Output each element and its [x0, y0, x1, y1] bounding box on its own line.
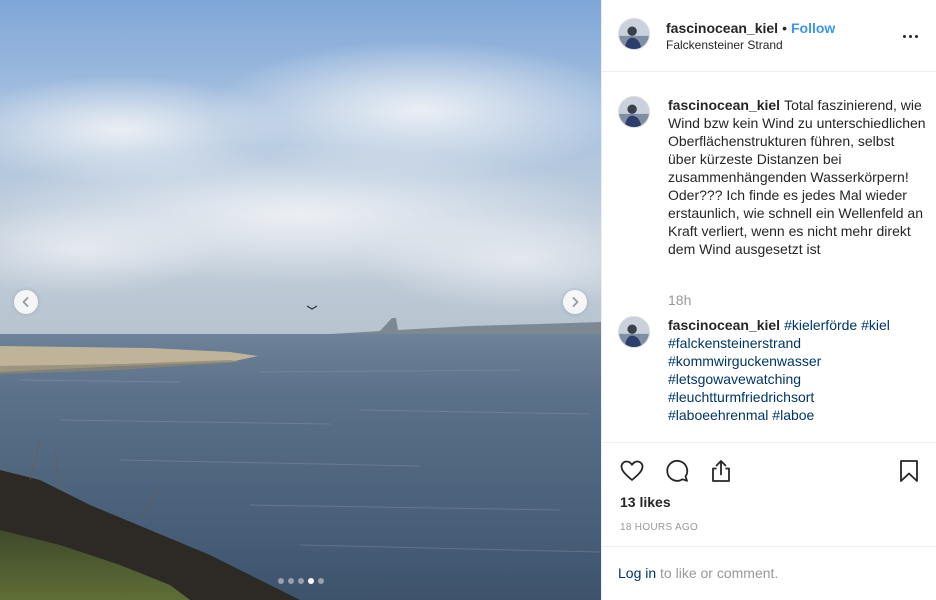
hashtag-link[interactable]: #laboe — [772, 407, 814, 423]
avatar[interactable] — [618, 18, 650, 50]
follow-button[interactable]: Follow — [791, 20, 835, 36]
chevron-right-icon — [572, 297, 579, 307]
login-prompt: Log in to like or comment. — [602, 546, 936, 600]
more-options-icon[interactable] — [900, 26, 920, 46]
photo-coastal-sea — [0, 0, 601, 600]
like-button[interactable] — [619, 458, 645, 484]
avatar[interactable] — [618, 316, 650, 348]
hashtag-link[interactable]: #kommwirguckenwasser — [668, 353, 821, 369]
comment-icon — [666, 460, 689, 482]
hashtag-link[interactable]: #kiel — [861, 317, 890, 333]
carousel-dot — [318, 578, 324, 584]
save-button[interactable] — [896, 458, 922, 484]
login-link[interactable]: Log in — [618, 565, 656, 581]
hashtag-link[interactable]: #laboeehrenmal — [668, 407, 768, 423]
caption-text: fascinocean_kiel Total faszinierend, wie … — [668, 96, 926, 258]
heart-icon — [620, 460, 644, 481]
carousel-indicator — [278, 578, 324, 584]
avatar[interactable] — [618, 96, 650, 128]
previous-slide-button[interactable] — [14, 290, 38, 314]
share-button[interactable] — [708, 458, 734, 484]
post-header: fascinocean_kiel • Follow Falckensteiner S… — [602, 0, 936, 72]
action-bar: 13 likes 18 HOURS AGO — [602, 442, 936, 546]
hashtag-link[interactable]: #kielerförde — [784, 317, 857, 333]
location-link[interactable]: Falckensteiner Strand — [666, 38, 783, 53]
post-age: 18 HOURS AGO — [620, 522, 699, 533]
share-icon — [712, 460, 730, 482]
caption-body: Total faszinierend, wie Wind bzw kein Wi… — [668, 97, 926, 257]
hashtag-link[interactable]: #letsgowavewatching — [668, 371, 801, 387]
avatar-image — [619, 19, 649, 49]
username-link[interactable]: fascinocean_kiel — [668, 317, 780, 333]
carousel-dot — [278, 578, 284, 584]
post-view: fascinocean_kiel • Follow Falckensteiner S… — [0, 0, 936, 600]
chevron-left-icon — [22, 297, 29, 307]
next-slide-button[interactable] — [563, 290, 587, 314]
caption-timestamp[interactable]: 18h — [668, 292, 691, 308]
carousel-dot — [288, 578, 294, 584]
hashtag-link[interactable]: #leuchtturmfriedrichsort — [668, 389, 814, 405]
hashtag-text: fascinocean_kiel #kielerförde #kiel #falc… — [668, 316, 926, 424]
separator-dot: • — [782, 20, 787, 36]
avatar-image — [619, 317, 649, 347]
bookmark-icon — [900, 460, 918, 482]
post-media — [0, 0, 601, 600]
header-title: fascinocean_kiel • Follow — [666, 19, 835, 37]
username-link[interactable]: fascinocean_kiel — [668, 97, 780, 113]
avatar-image — [619, 97, 649, 127]
hashtag-link[interactable]: #falckensteinerstrand — [668, 335, 801, 351]
post-sidebar: fascinocean_kiel • Follow Falckensteiner S… — [601, 0, 936, 600]
like-count[interactable]: 13 likes — [620, 494, 671, 510]
carousel-dot — [298, 578, 304, 584]
username-link[interactable]: fascinocean_kiel — [666, 20, 778, 36]
login-prompt-text: Log in to like or comment. — [618, 565, 778, 581]
carousel-dot-active — [308, 578, 314, 584]
comments-section: fascinocean_kiel Total faszinierend, wie … — [602, 72, 936, 442]
comment-button[interactable] — [664, 458, 690, 484]
login-prompt-rest: to like or comment. — [656, 565, 779, 581]
